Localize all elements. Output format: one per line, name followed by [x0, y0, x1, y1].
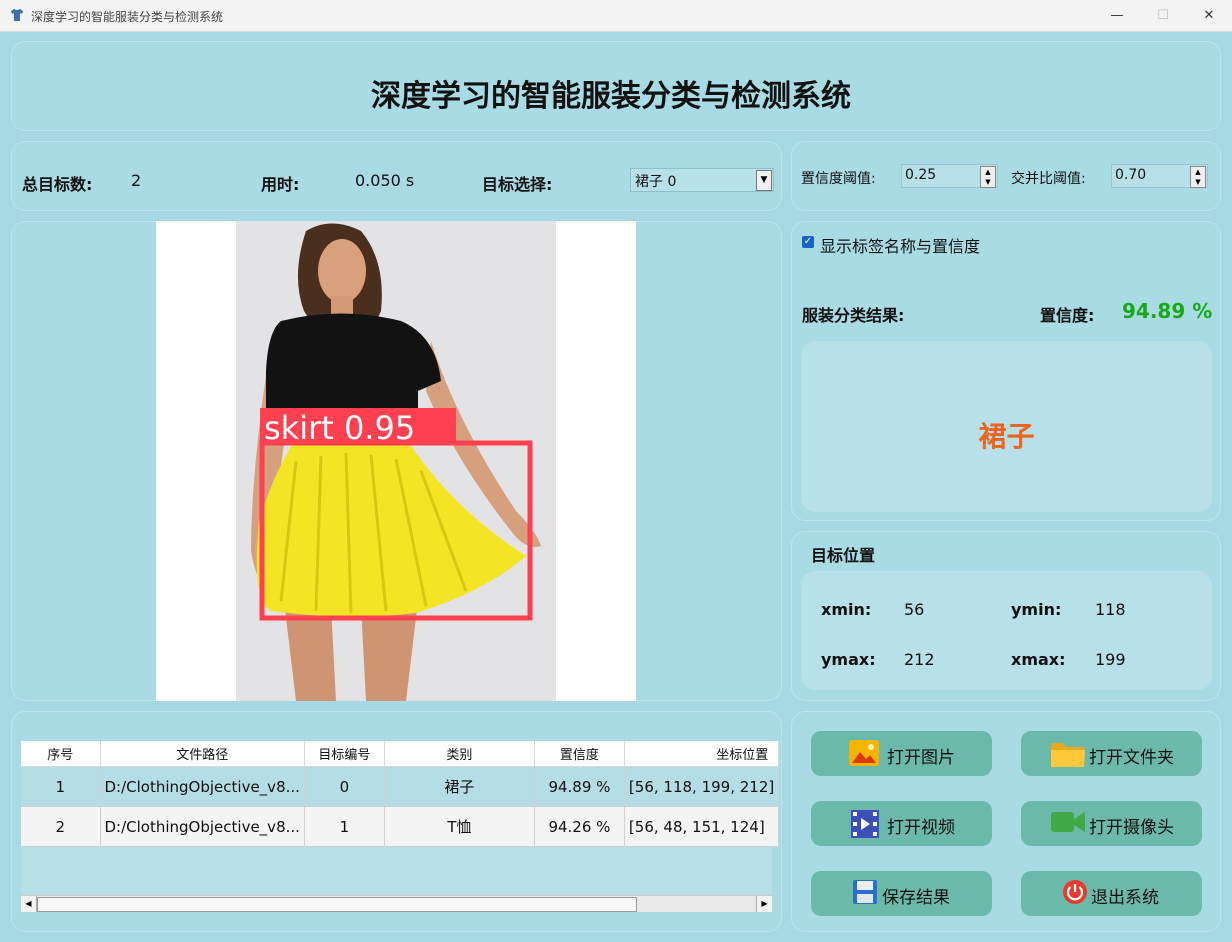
iou-threshold-value: 0.70: [1115, 167, 1147, 183]
ymax-value: 212: [904, 650, 935, 669]
open-video-button[interactable]: 打开视频: [811, 801, 992, 846]
video-icon: [851, 810, 879, 838]
row-target-id: 1: [304, 806, 385, 847]
xmin-value: 56: [904, 600, 925, 619]
table-row[interactable]: 1 D:/ClothingObjective_v8... 0 裙子 94.89 …: [21, 766, 780, 807]
folder-icon: [1051, 743, 1085, 767]
position-box: [801, 571, 1212, 690]
table-horizontal-scrollbar[interactable]: ◀ ▶: [21, 895, 772, 912]
classification-conf-value: 94.89 %: [1122, 299, 1213, 323]
table-row[interactable]: 2 D:/ClothingObjective_v8... 1 T恤 94.26 …: [21, 806, 780, 847]
ymax-label: ymax:: [821, 650, 876, 669]
spin-down-icon[interactable]: ▼: [981, 177, 995, 187]
image-icon: [849, 740, 879, 766]
header-panel: 深度学习的智能服装分类与检测系统: [11, 41, 1221, 131]
ymin-label: ymin:: [1011, 600, 1062, 619]
xmax-label: xmax:: [1011, 650, 1066, 669]
time-label: 用时:: [261, 175, 300, 194]
maximize-button[interactable]: ☐: [1140, 0, 1186, 31]
show-label-text: 显示标签名称与置信度: [820, 237, 981, 256]
row-file-path: D:/ClothingObjective_v8...: [100, 806, 305, 847]
exit-system-label: 退出系统: [1091, 888, 1159, 908]
row-confidence: 94.89 %: [534, 766, 625, 807]
xmax-value: 199: [1095, 650, 1126, 669]
results-table: 序号 文件路径 目标编号 类别 置信度 坐标位置 1 D:/ClothingOb…: [21, 741, 780, 847]
open-folder-label: 打开文件夹: [1089, 748, 1174, 768]
column-header[interactable]: 序号: [21, 741, 101, 767]
row-category: T恤: [384, 806, 535, 847]
target-select-label: 目标选择:: [482, 175, 553, 194]
total-targets-label: 总目标数:: [22, 175, 93, 194]
detection-image-drawing: skirt 0.95: [236, 221, 556, 701]
column-header[interactable]: 类别: [384, 741, 535, 767]
scrollbar-thumb[interactable]: [37, 897, 637, 912]
scroll-right-icon[interactable]: ▶: [756, 896, 772, 912]
column-header[interactable]: 坐标位置: [624, 741, 780, 767]
row-file-path: D:/ClothingObjective_v8...: [100, 766, 305, 807]
classification-result-value: 裙子: [978, 420, 1035, 453]
column-header[interactable]: 目标编号: [304, 741, 385, 767]
detection-image: skirt 0.95: [156, 221, 636, 701]
page-title: 深度学习的智能服装分类与检测系统: [371, 79, 851, 114]
spin-down-icon[interactable]: ▼: [1191, 177, 1205, 187]
xmin-label: xmin:: [821, 600, 872, 619]
window-titlebar: 深度学习的智能服装分类与检测系统 — ☐ ✕: [0, 0, 1232, 32]
close-button[interactable]: ✕: [1186, 0, 1232, 31]
time-value: 0.050 s: [355, 171, 415, 190]
row-coordinates: [56, 48, 151, 124]: [624, 806, 780, 847]
open-camera-label: 打开摄像头: [1089, 818, 1174, 838]
open-camera-button[interactable]: 打开摄像头: [1021, 801, 1202, 846]
open-folder-button[interactable]: 打开文件夹: [1021, 731, 1202, 776]
save-results-button[interactable]: 保存结果: [811, 871, 992, 916]
open-image-label: 打开图片: [887, 748, 955, 768]
conf-threshold-value: 0.25: [905, 167, 937, 183]
target-select-dropdown[interactable]: 裙子 0 ▼: [630, 168, 774, 192]
classification-conf-label: 置信度:: [1040, 306, 1095, 325]
table-header-row: 序号 文件路径 目标编号 类别 置信度 坐标位置: [21, 741, 780, 767]
spin-up-icon[interactable]: ▲: [981, 167, 995, 177]
row-index: 2: [21, 806, 101, 847]
iou-threshold-label: 交并比阈值:: [1011, 171, 1086, 187]
detection-label: skirt 0.95: [264, 409, 415, 447]
classification-result-box: 裙子: [801, 341, 1212, 512]
row-coordinates: [56, 118, 199, 212]: [624, 766, 780, 807]
total-targets-value: 2: [131, 171, 142, 190]
exit-system-button[interactable]: 退出系统: [1021, 871, 1202, 916]
show-label-checkbox[interactable]: ✓: [802, 236, 814, 248]
tshirt-icon: [11, 9, 23, 21]
target-select-value: 裙子 0: [635, 174, 677, 190]
conf-threshold-spinbox[interactable]: 0.25 ▲ ▼: [901, 164, 998, 188]
window-title: 深度学习的智能服装分类与检测系统: [31, 10, 224, 24]
open-video-label: 打开视频: [887, 818, 955, 838]
spin-up-icon[interactable]: ▲: [1191, 167, 1205, 177]
camera-icon: [1051, 812, 1085, 832]
minimize-button[interactable]: —: [1094, 0, 1140, 31]
save-results-label: 保存结果: [882, 888, 950, 908]
classification-result-label: 服装分类结果:: [802, 306, 905, 325]
conf-threshold-label: 置信度阈值:: [801, 171, 876, 187]
row-confidence: 94.26 %: [534, 806, 625, 847]
ymin-value: 118: [1095, 600, 1126, 619]
power-icon: [1063, 880, 1087, 904]
chevron-down-icon[interactable]: ▼: [756, 170, 772, 191]
iou-threshold-spinbox[interactable]: 0.70 ▲ ▼: [1111, 164, 1208, 188]
row-target-id: 0: [304, 766, 385, 807]
position-title: 目标位置: [811, 546, 876, 565]
save-icon: [853, 880, 877, 904]
scroll-left-icon[interactable]: ◀: [21, 896, 37, 912]
row-index: 1: [21, 766, 101, 807]
column-header[interactable]: 置信度: [534, 741, 625, 767]
open-image-button[interactable]: 打开图片: [811, 731, 992, 776]
row-category: 裙子: [384, 766, 535, 807]
column-header[interactable]: 文件路径: [100, 741, 305, 767]
